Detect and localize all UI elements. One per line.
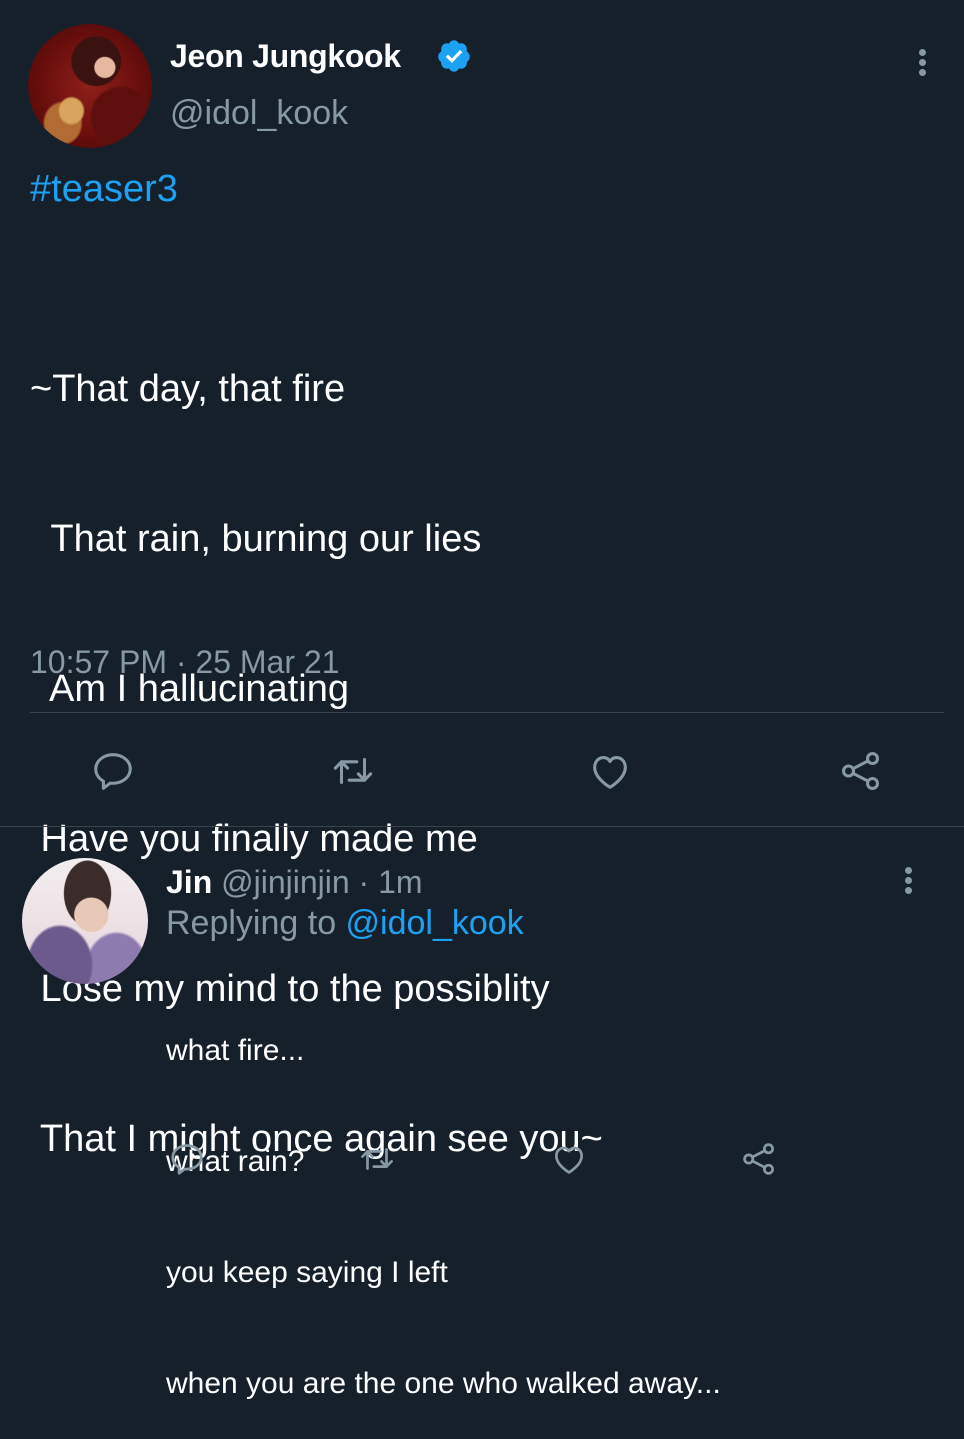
reply-line: what rain?	[166, 1145, 305, 1178]
author-avatar[interactable]	[28, 24, 152, 148]
reply-share-icon[interactable]	[740, 1140, 778, 1178]
reply-like-icon[interactable]	[550, 1140, 588, 1178]
reply-author-avatar[interactable]	[22, 858, 148, 984]
reply-line: when you are the one who walked away...	[166, 1367, 721, 1400]
retweet-icon[interactable]	[330, 748, 376, 794]
replying-to-handle[interactable]: @idol_kook	[346, 904, 524, 942]
more-options-icon[interactable]	[908, 44, 938, 80]
reply-author-name[interactable]: Jin	[166, 864, 212, 900]
reply-header: Jin @jinjinjin · 1m	[166, 864, 423, 901]
replying-to-prefix: Replying to	[166, 904, 346, 942]
like-icon[interactable]	[587, 748, 633, 794]
reply-author-meta[interactable]: @jinjinjin · 1m	[212, 864, 422, 900]
reply-reply-icon[interactable]	[168, 1140, 206, 1178]
replying-to-line: Replying to @idol_kook	[166, 904, 524, 943]
author-display-name[interactable]: Jeon Jungkook	[170, 38, 401, 75]
tweet-timestamp[interactable]: 10:57 PM · 25 Mar 21	[30, 644, 339, 681]
reply-retweet-icon[interactable]	[358, 1140, 396, 1178]
verified-badge-icon	[436, 38, 472, 74]
tweet-line: Have you finally made me	[30, 818, 478, 860]
divider	[0, 826, 964, 827]
reply-line: what fire...	[166, 1034, 305, 1067]
hashtag-link[interactable]: #teaser3	[30, 168, 178, 211]
reply-icon[interactable]	[90, 748, 136, 794]
divider	[30, 712, 944, 713]
reply-line: you keep saying I left	[166, 1256, 448, 1289]
reply-more-options-icon[interactable]	[894, 862, 924, 898]
author-handle[interactable]: @idol_kook	[170, 94, 348, 133]
tweet-line: ~That day, that fire	[30, 368, 346, 410]
tweet-line: That rain, burning our lies	[30, 518, 482, 560]
share-icon[interactable]	[838, 748, 884, 794]
reply-text: what fire... what rain? you keep saying …	[166, 958, 721, 1439]
